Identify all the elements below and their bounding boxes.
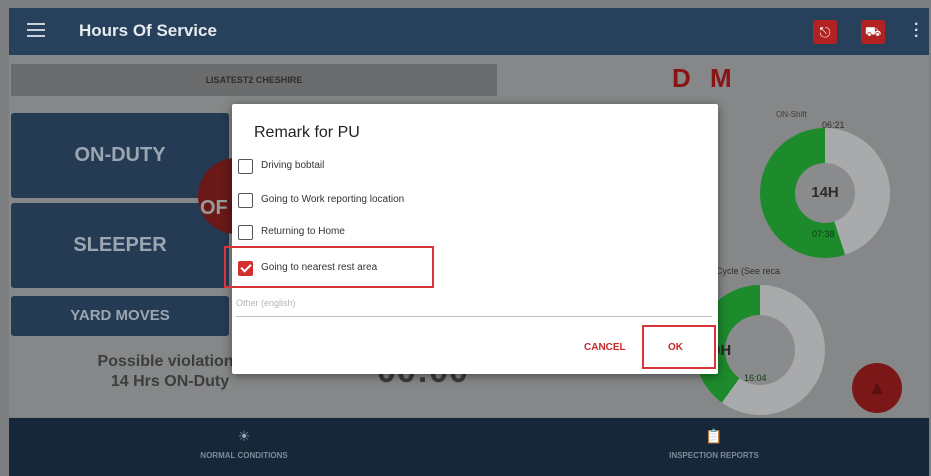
bottom-navigation: ☀ NORMAL CONDITIONS 📋 INSPECTION REPORTS [9, 418, 929, 476]
highlight-selected-option [224, 246, 434, 288]
driver-name-bar[interactable]: LISATEST2 CHESHIRE [11, 64, 497, 96]
violation-line-2: 14 Hrs ON-Duty [110, 373, 230, 390]
on-duty-button[interactable]: ON-DUTY [11, 113, 229, 198]
on-shift-label: ON-Shift [776, 110, 807, 119]
alarm-icon[interactable]: ⎋ [813, 20, 837, 44]
dialog-title: Remark for PU [254, 124, 360, 141]
tab-inspection-reports[interactable]: 📋 INSPECTION REPORTS [629, 418, 799, 476]
tab-normal-conditions-label: NORMAL CONDITIONS [200, 451, 288, 460]
tab-normal-conditions[interactable]: ☀ NORMAL CONDITIONS [159, 418, 329, 476]
on-shift-hours: 14H [795, 163, 855, 223]
hamburger-menu-icon[interactable] [27, 23, 45, 37]
option-label: Returning to Home [261, 226, 345, 237]
cycle-green-time: 16:04 [744, 373, 767, 383]
sleeper-button[interactable]: SLEEPER [11, 203, 229, 288]
app-title: Hours Of Service [79, 21, 217, 40]
checkbox[interactable] [238, 225, 253, 240]
yard-moves-button[interactable]: YARD MOVES [11, 296, 229, 336]
tab-inspection-reports-label: INSPECTION REPORTS [669, 451, 759, 460]
app-bar: Hours Of Service ⎋ ⛟ · · · [9, 8, 929, 55]
cycle-label: Cycle (See reca [716, 266, 781, 276]
dm-label: D M [672, 63, 738, 93]
highlight-ok-button [642, 325, 716, 369]
option-label: Going to Work reporting location [261, 194, 405, 205]
other-remark-input[interactable]: Other (english) [236, 298, 712, 317]
checkbox[interactable] [238, 159, 253, 174]
on-shift-green-time: 07:38 [812, 229, 835, 239]
floating-action-button[interactable]: ▲ [852, 363, 902, 413]
checkbox[interactable] [238, 193, 253, 208]
sun-icon: ☀ [237, 428, 251, 444]
cancel-button[interactable]: CANCEL [584, 342, 626, 353]
option-label: Driving bobtail [261, 160, 325, 171]
truck-icon[interactable]: ⛟ [861, 20, 885, 44]
more-vert-icon[interactable]: · · · [914, 17, 919, 45]
clipboard-icon: 📋 [705, 428, 723, 444]
